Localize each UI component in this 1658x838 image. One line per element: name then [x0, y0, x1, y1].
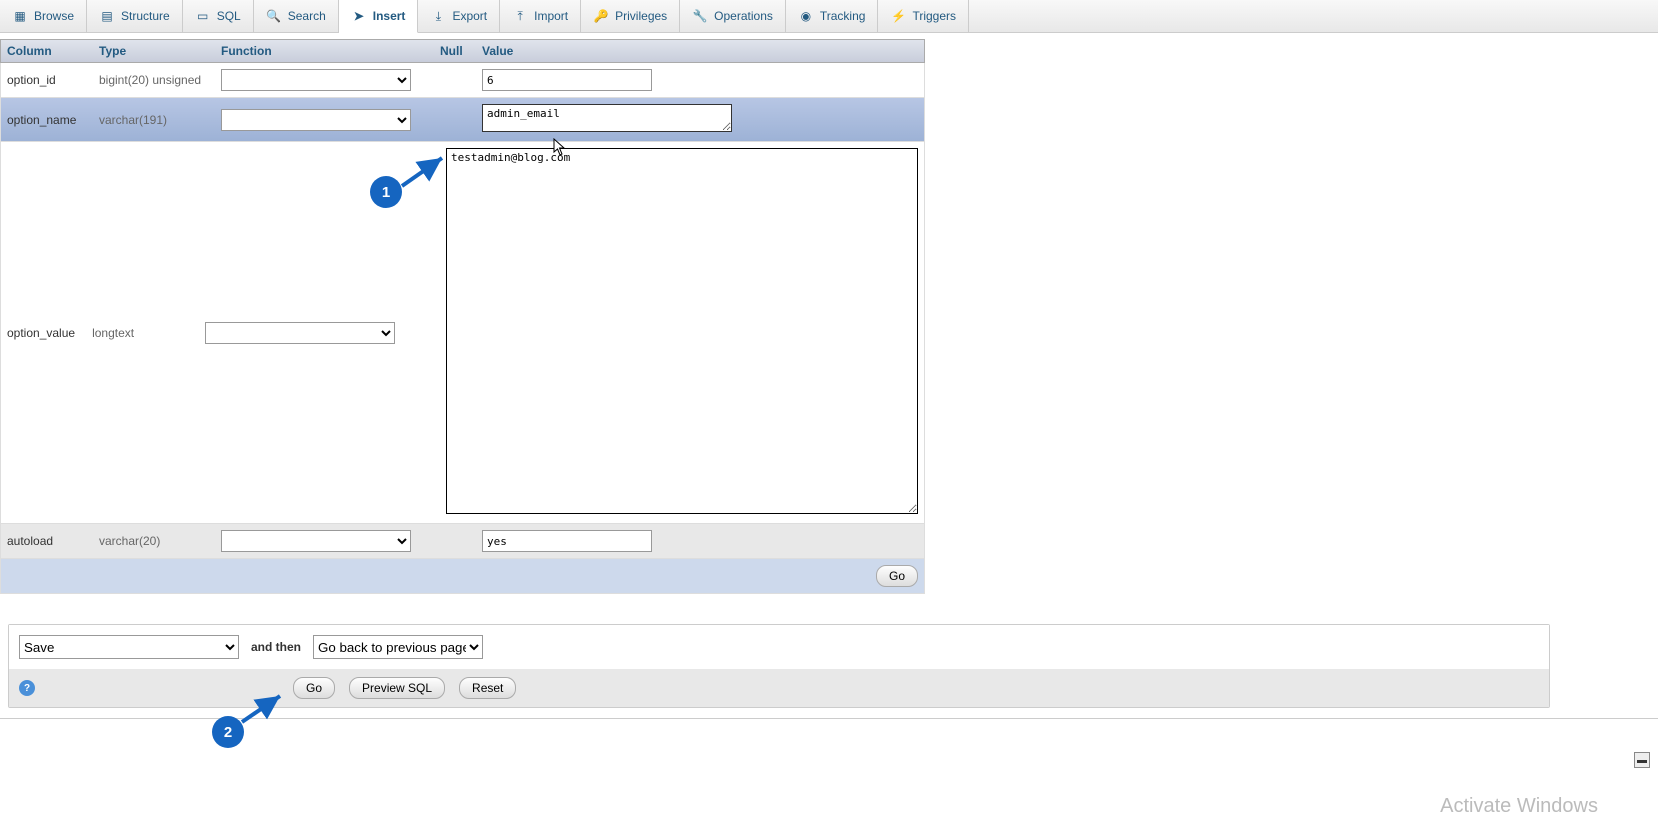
- footer-toggle-icon[interactable]: ▬: [1634, 752, 1650, 768]
- tab-label: SQL: [217, 9, 241, 23]
- import-icon: ⤒: [512, 8, 528, 24]
- tab-label: Privileges: [615, 9, 667, 23]
- preview-sql-button[interactable]: Preview SQL: [349, 677, 445, 699]
- reset-button[interactable]: Reset: [459, 677, 516, 699]
- tab-sql[interactable]: ▭ SQL: [183, 0, 254, 32]
- tracking-icon: ◉: [798, 8, 814, 24]
- help-icon[interactable]: ?: [19, 680, 35, 696]
- top-tabs: ▦Browse ▤Structure ▭SQL 🔍Search ➤Insert …: [0, 0, 1658, 33]
- column-name: option_name: [1, 107, 93, 133]
- column-name: option_id: [1, 67, 93, 93]
- bottom-row-1: Save and then Go back to previous page: [9, 625, 1549, 669]
- browse-icon: ▦: [12, 8, 28, 24]
- triggers-icon: ⚡: [890, 8, 906, 24]
- header-value[interactable]: Value: [476, 40, 924, 62]
- tab-import[interactable]: ⤒ Import: [500, 0, 581, 32]
- header-function[interactable]: Function: [215, 40, 434, 62]
- and-then-label: and then: [251, 640, 301, 654]
- value-input-option-name[interactable]: admin_email: [482, 104, 732, 132]
- row-option-name: option_name varchar(191) admin_email: [0, 98, 925, 142]
- column-type: longtext: [86, 320, 199, 346]
- insert-icon: ➤: [351, 8, 367, 24]
- tab-label: Tracking: [820, 9, 866, 23]
- tab-operations[interactable]: 🔧 Operations: [680, 0, 786, 32]
- tab-label: Triggers: [912, 9, 956, 23]
- tab-search[interactable]: 🔍 Search: [254, 0, 339, 32]
- function-select-option-value[interactable]: [205, 322, 395, 344]
- tab-label: Browse: [34, 9, 74, 23]
- privileges-icon: 🔑: [593, 8, 609, 24]
- column-name: autoload: [1, 528, 93, 554]
- sql-icon: ▭: [195, 8, 211, 24]
- tab-triggers[interactable]: ⚡ Triggers: [878, 0, 969, 32]
- column-name: option_value: [1, 320, 86, 346]
- function-select-option-name[interactable]: [221, 109, 411, 131]
- footer-divider: [0, 718, 1658, 729]
- row-option-value: option_value longtext testadmin@blog.com: [0, 142, 925, 524]
- tab-structure[interactable]: ▤ Structure: [87, 0, 183, 32]
- bottom-row-2: ? Go Preview SQL Reset: [9, 669, 1549, 707]
- tab-label: Operations: [714, 9, 773, 23]
- tab-label: Import: [534, 9, 568, 23]
- after-action-select[interactable]: Go back to previous page: [313, 635, 483, 659]
- bottom-panel: Save and then Go back to previous page ?…: [8, 624, 1550, 708]
- go-row: Go: [0, 559, 925, 594]
- function-select-option-id[interactable]: [221, 69, 411, 91]
- tab-browse[interactable]: ▦ Browse: [0, 0, 87, 32]
- tab-label: Export: [452, 9, 487, 23]
- row-autoload: autoload varchar(20): [0, 524, 925, 559]
- export-icon: ⤓: [430, 8, 446, 24]
- column-type: varchar(191): [93, 107, 215, 133]
- header-null: Null: [434, 40, 476, 62]
- column-type: varchar(20): [93, 528, 215, 554]
- tab-privileges[interactable]: 🔑 Privileges: [581, 0, 680, 32]
- header-row: Column Type Function Null Value: [0, 39, 925, 63]
- function-select-autoload[interactable]: [221, 530, 411, 552]
- tab-label: Search: [288, 9, 326, 23]
- search-icon: 🔍: [266, 8, 282, 24]
- column-type: bigint(20) unsigned: [93, 67, 215, 93]
- windows-watermark: Activate Windows: [1440, 795, 1598, 818]
- header-column: Column: [1, 40, 93, 62]
- header-type: Type: [93, 40, 215, 62]
- value-input-autoload[interactable]: [482, 530, 652, 552]
- value-input-option-value[interactable]: testadmin@blog.com: [446, 148, 918, 514]
- tab-label: Insert: [373, 9, 406, 23]
- save-mode-select[interactable]: Save: [19, 635, 239, 659]
- tab-label: Structure: [121, 9, 170, 23]
- value-input-option-id[interactable]: [482, 69, 652, 91]
- tab-tracking[interactable]: ◉ Tracking: [786, 0, 879, 32]
- tab-insert[interactable]: ➤ Insert: [339, 0, 419, 33]
- insert-form: Column Type Function Null Value option_i…: [0, 39, 925, 594]
- go-button[interactable]: Go: [293, 677, 335, 699]
- tab-export[interactable]: ⤓ Export: [418, 0, 500, 32]
- row-option-id: option_id bigint(20) unsigned: [0, 63, 925, 98]
- structure-icon: ▤: [99, 8, 115, 24]
- go-button-inline[interactable]: Go: [876, 565, 918, 587]
- operations-icon: 🔧: [692, 8, 708, 24]
